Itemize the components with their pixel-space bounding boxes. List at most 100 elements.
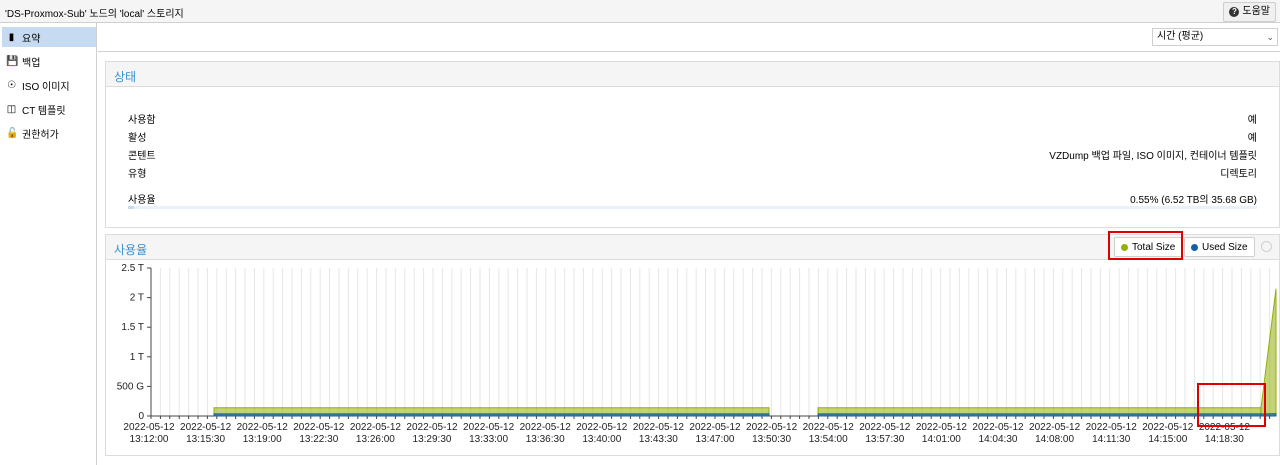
x-tick-time: 13:47:00	[696, 434, 735, 445]
x-tick-date: 2022-05-12	[1029, 422, 1081, 433]
row-value: VZDump 백업 파일, ISO 이미지, 컨테이너 템플릿	[1049, 151, 1257, 162]
x-tick-date: 2022-05-12	[803, 422, 855, 433]
x-tick-time: 14:11:30	[1092, 434, 1131, 445]
row-label: 활성	[128, 133, 147, 144]
x-tick-time: 13:33:00	[469, 434, 508, 445]
x-tick-time: 13:26:00	[356, 434, 395, 445]
usage-chart-header: 사용율	[105, 234, 1280, 260]
row-value: 예	[1247, 115, 1257, 126]
status-row-enabled: 사용함 예	[128, 111, 1257, 126]
sidebar-item-label: 요약	[22, 33, 41, 45]
row-value: 0.55% (6.52 TB의 35.68 GB)	[1130, 195, 1257, 206]
y-tick-label: 500 G	[117, 381, 144, 392]
timeframe-select[interactable]: 시간 (평균) ⌄	[1152, 28, 1278, 46]
x-tick-time: 13:43:30	[639, 434, 678, 445]
x-tick-time: 13:36:30	[526, 434, 565, 445]
row-value: 디렉토리	[1220, 169, 1257, 180]
x-tick-time: 14:15:00	[1148, 434, 1187, 445]
title-bar: 'DS-Proxmox-Sub' 노드의 'local' 스토리지 ? 도움말	[0, 0, 1280, 23]
chevron-down-icon: ⌄	[1266, 32, 1274, 42]
x-tick-date: 2022-05-12	[293, 422, 345, 433]
usage-chart-title: 사용율	[114, 243, 148, 257]
x-tick-date: 2022-05-12	[1142, 422, 1194, 433]
x-tick-date: 2022-05-12	[463, 422, 515, 433]
sidebar-item-label: 권한허가	[22, 129, 59, 141]
legend-label: Used Size	[1202, 241, 1248, 253]
x-tick-date: 2022-05-12	[123, 422, 175, 433]
chart-reset-icon[interactable]	[1261, 241, 1272, 252]
sidebar-item-summary[interactable]: ▮ 요약	[2, 27, 96, 47]
x-tick-time: 13:19:00	[243, 434, 282, 445]
usage-progress-fill	[128, 206, 135, 209]
highlight-box-legend	[1108, 231, 1183, 260]
legend-marker-icon	[1191, 243, 1198, 251]
x-tick-time: 13:54:00	[809, 434, 848, 445]
sidebar-item-ct-templates[interactable]: ◫ CT 템플릿	[2, 99, 96, 119]
row-value: 예	[1247, 133, 1257, 144]
status-panel: 상태 사용함 예 활성 예 콘텐트 VZDump 백업 파일, ISO 이미지,…	[105, 61, 1280, 228]
x-tick-date: 2022-05-12	[406, 422, 458, 433]
x-tick-time: 13:12:00	[130, 434, 169, 445]
status-row-type: 유형 디렉토리	[128, 165, 1257, 180]
x-tick-date: 2022-05-12	[350, 422, 402, 433]
usage-chart: 2.5 T2 T1.5 T1 T500 G02022-05-1213:12:00…	[117, 263, 1277, 445]
status-panel-title: 상태	[114, 70, 137, 84]
sidebar: ▮ 요약 💾 백업 ☉ ISO 이미지 ◫ CT 템플릿 🔓 권한허가	[0, 23, 97, 465]
y-tick-label: 1 T	[130, 352, 144, 363]
sidebar-item-backup[interactable]: 💾 백업	[2, 51, 96, 71]
unlock-icon: 🔓	[6, 127, 19, 139]
status-panel-body: 사용함 예 활성 예 콘텐트 VZDump 백업 파일, ISO 이미지, 컨테…	[105, 87, 1280, 228]
y-tick-label: 1.5 T	[121, 322, 144, 333]
sidebar-item-label: ISO 이미지	[22, 81, 70, 93]
floppy-icon: 💾	[6, 55, 19, 67]
x-tick-time: 14:18:30	[1205, 434, 1244, 445]
timeframe-value: 시간 (평균)	[1157, 31, 1204, 42]
legend-used-size[interactable]: Used Size	[1184, 237, 1255, 257]
x-tick-date: 2022-05-12	[859, 422, 911, 433]
x-tick-date: 2022-05-12	[689, 422, 741, 433]
y-tick-label: 0	[138, 411, 144, 422]
x-tick-time: 13:50:30	[752, 434, 791, 445]
status-panel-header: 상태	[105, 61, 1280, 87]
row-label: 사용함	[128, 115, 156, 126]
used-size-area	[213, 413, 770, 417]
x-tick-time: 14:04:30	[979, 434, 1018, 445]
book-icon: ▮	[8, 31, 15, 43]
sidebar-item-label: CT 템플릿	[22, 105, 66, 117]
x-tick-time: 13:15:30	[186, 434, 225, 445]
help-button[interactable]: ? 도움말	[1223, 2, 1276, 22]
y-tick-label: 2 T	[130, 293, 144, 304]
sidebar-item-permissions[interactable]: 🔓 권한허가	[2, 123, 96, 143]
x-tick-date: 2022-05-12	[746, 422, 798, 433]
usage-chart-body: 2.5 T2 T 1.5 T1 T 500 G 0 2022-05-12 13:12:00…	[105, 260, 1280, 456]
sidebar-item-label: 백업	[22, 57, 41, 69]
x-tick-date: 2022-05-12	[1086, 422, 1138, 433]
help-label: 도움말	[1242, 6, 1270, 17]
x-tick-date: 2022-05-12	[972, 422, 1024, 433]
row-label: 사용율	[128, 195, 156, 206]
row-label: 콘텐트	[128, 151, 156, 162]
x-tick-date: 2022-05-12	[237, 422, 289, 433]
sidebar-item-iso-images[interactable]: ☉ ISO 이미지	[2, 75, 96, 95]
disc-icon: ☉	[7, 79, 16, 91]
y-tick-label: 2.5 T	[121, 263, 144, 274]
x-tick-time: 14:01:00	[922, 434, 961, 445]
status-row-active: 활성 예	[128, 129, 1257, 144]
row-label: 유형	[128, 169, 147, 180]
x-tick-date: 2022-05-12	[180, 422, 232, 433]
x-tick-time: 14:08:00	[1035, 434, 1074, 445]
page-title: 'DS-Proxmox-Sub' 노드의 'local' 스토리지	[5, 9, 184, 20]
x-tick-time: 13:57:30	[865, 434, 904, 445]
x-tick-date: 2022-05-12	[916, 422, 968, 433]
x-tick-time: 13:29:30	[413, 434, 452, 445]
x-tick-time: 13:22:30	[299, 434, 338, 445]
status-row-usage: 사용율 0.55% (6.52 TB의 35.68 GB)	[128, 191, 1257, 206]
usage-chart-panel: 사용율 2.5 T2 T 1.5 T1 T 500 G 0 2022-05-12 13:1…	[105, 234, 1280, 456]
x-tick-date: 2022-05-12	[633, 422, 685, 433]
usage-progress-bar	[128, 206, 1257, 209]
used-size-area	[817, 413, 1262, 417]
x-tick-date: 2022-05-12	[576, 422, 628, 433]
help-icon: ?	[1229, 7, 1240, 17]
toolbar: 시간 (평균) ⌄	[98, 23, 1280, 52]
status-row-content: 콘텐트 VZDump 백업 파일, ISO 이미지, 컨테이너 템플릿	[128, 147, 1257, 162]
